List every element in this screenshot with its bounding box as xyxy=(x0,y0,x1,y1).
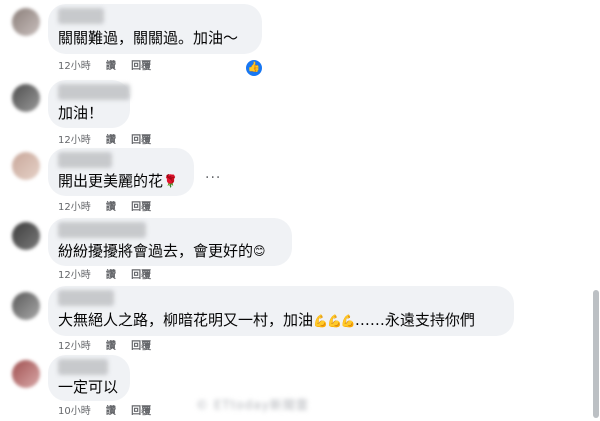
flex-emoji: 💪💪💪 xyxy=(313,314,356,328)
comment-bubble: 大無絕人之路，柳暗花明又一村，加油💪💪💪……永遠支持你們 xyxy=(48,286,514,336)
comment-text-tail: ……永遠支持你們 xyxy=(354,311,475,329)
comment-text-content: 開出更美麗的花 xyxy=(58,172,164,190)
avatar[interactable] xyxy=(12,152,40,180)
comment-text: 大無絕人之路，柳暗花明又一村，加油💪💪💪……永遠支持你們 xyxy=(58,310,475,331)
comment-bubble: 開出更美麗的花🌹 xyxy=(48,148,194,196)
timestamp[interactable]: 12小時 xyxy=(58,61,91,73)
reply-button[interactable]: 回覆 xyxy=(131,202,151,214)
comment-actions: 10小時 讚 回覆 xyxy=(58,406,163,418)
timestamp[interactable]: 12小時 xyxy=(58,202,91,214)
comment-actions: 12小時 讚 回覆 xyxy=(58,341,163,353)
reply-button[interactable]: 回覆 xyxy=(131,341,151,353)
comment-text-content: 紛紛擾擾將會過去，會更好的 xyxy=(58,242,254,260)
avatar[interactable] xyxy=(12,360,40,388)
like-button[interactable]: 讚 xyxy=(106,61,116,73)
timestamp[interactable]: 12小時 xyxy=(58,135,91,147)
timestamp[interactable]: 10小時 xyxy=(58,406,91,418)
like-button[interactable]: 讚 xyxy=(106,341,116,353)
author-name-blurred[interactable] xyxy=(58,222,146,238)
watermark: © ETtoday新聞雲 xyxy=(196,398,309,412)
comment-actions: 12小時 讚 回覆 xyxy=(58,61,163,73)
comment-bubble: 關關難過，關關過。加油～ xyxy=(48,4,262,54)
timestamp[interactable]: 12小時 xyxy=(58,341,91,353)
author-name-blurred[interactable] xyxy=(58,290,114,306)
comment-text: 一定可以 xyxy=(58,378,119,396)
reply-button[interactable]: 回覆 xyxy=(131,406,151,418)
author-name-blurred[interactable] xyxy=(58,84,130,100)
reply-button[interactable]: 回覆 xyxy=(131,61,151,73)
comment-text: 紛紛擾擾將會過去，會更好的😊 xyxy=(58,241,266,261)
comment-actions: 12小時 讚 回覆 xyxy=(58,270,163,282)
avatar[interactable] xyxy=(12,222,40,250)
author-name-blurred[interactable] xyxy=(58,152,112,168)
avatar[interactable] xyxy=(12,84,40,112)
thumbs-up-icon[interactable]: 👍 xyxy=(244,58,264,78)
rose-emoji: 🌹 xyxy=(163,174,178,188)
reply-button[interactable]: 回覆 xyxy=(131,270,151,282)
like-button[interactable]: 讚 xyxy=(106,406,116,418)
comment-text: 加油！ xyxy=(58,104,104,122)
author-name-blurred[interactable] xyxy=(58,359,108,375)
comment-text: 關關難過，關關過。加油～ xyxy=(58,29,239,47)
scrollbar-thumb[interactable] xyxy=(593,290,599,418)
timestamp[interactable]: 12小時 xyxy=(58,270,91,282)
comment-actions: 12小時 讚 回覆 xyxy=(58,135,163,147)
ellipsis-icon[interactable]: ··· xyxy=(205,170,221,186)
avatar[interactable] xyxy=(12,292,40,320)
like-button[interactable]: 讚 xyxy=(106,202,116,214)
reply-button[interactable]: 回覆 xyxy=(131,135,151,147)
avatar[interactable] xyxy=(12,8,40,36)
comment-text: 開出更美麗的花🌹 xyxy=(58,171,178,191)
comment-bubble: 一定可以 xyxy=(48,355,130,401)
scrollbar-track[interactable] xyxy=(592,0,600,421)
author-name-blurred[interactable] xyxy=(58,8,104,24)
like-button[interactable]: 讚 xyxy=(106,270,116,282)
comment-bubble: 加油！ xyxy=(48,80,130,128)
comment-text-content: 大無絕人之路，柳暗花明又一村，加油 xyxy=(58,311,314,329)
comment-actions: 12小時 讚 回覆 xyxy=(58,202,163,214)
like-button[interactable]: 讚 xyxy=(106,135,116,147)
smile-emoji: 😊 xyxy=(253,244,266,258)
comment-bubble: 紛紛擾擾將會過去，會更好的😊 xyxy=(48,218,292,266)
